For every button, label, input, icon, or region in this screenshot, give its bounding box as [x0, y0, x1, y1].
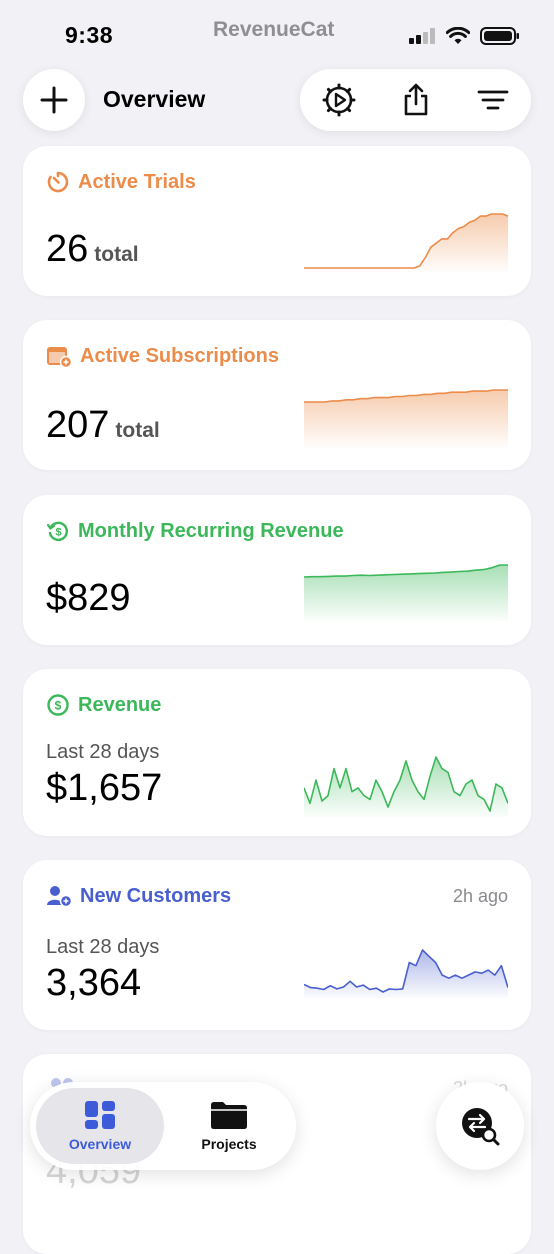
settings-button[interactable] — [314, 75, 364, 125]
card-title-row: $ Monthly Recurring Revenue — [46, 519, 344, 543]
metric-value: $1,657 — [46, 767, 163, 809]
add-person-icon — [47, 886, 72, 908]
page-title: Overview — [103, 86, 206, 112]
search-switch-button[interactable] — [436, 1082, 524, 1170]
filter-button[interactable] — [468, 75, 518, 125]
card-title-row: $ Revenue — [46, 693, 161, 717]
carrier-label: RevenueCat — [213, 18, 335, 41]
svg-text:$: $ — [55, 527, 61, 539]
share-icon — [404, 83, 427, 116]
header-actions — [300, 69, 531, 131]
status-bar: 9:38 RevenueCat — [0, 0, 554, 70]
card-title: Revenue — [78, 693, 162, 716]
sparkline-active-trials — [304, 213, 508, 272]
metric-value: $829 — [46, 577, 131, 619]
metric-unit: total — [94, 243, 139, 266]
status-time: 9:38 — [65, 22, 114, 48]
add-button[interactable] — [23, 69, 85, 131]
battery-icon — [480, 27, 519, 45]
metric-row: $829 — [46, 577, 131, 620]
metric-value: 3,364 — [46, 962, 142, 1004]
metric-row: 207 total — [46, 404, 160, 447]
sparkline-area — [304, 757, 508, 817]
metric-value: 207 — [46, 404, 110, 446]
gear-play-icon — [322, 83, 355, 117]
sparkline-revenue — [304, 756, 508, 817]
updated-ago: 2h ago — [452, 886, 508, 906]
active-trials-card[interactable]: Active Trials 26 total — [23, 146, 531, 296]
folder-icon — [211, 1102, 247, 1129]
tab-label: Overview — [68, 1136, 132, 1152]
metric-unit: total — [115, 419, 160, 442]
sparkline-mrr — [304, 564, 508, 621]
new-customers-card[interactable]: New Customers 2h ago Last 28 days 3,364 — [23, 860, 531, 1030]
sparkline-active-subscriptions — [304, 389, 508, 448]
timer-icon — [47, 171, 69, 193]
period-label: Last 28 days — [46, 741, 160, 763]
sparkline-new-customers — [304, 949, 508, 998]
dollar-circle-icon: $ — [47, 694, 69, 716]
top-bar: Overview — [0, 66, 554, 132]
tab-overview[interactable]: Overview — [36, 1088, 164, 1164]
card-title: Monthly Recurring Revenue — [78, 519, 344, 542]
card-title-row: New Customers — [46, 884, 231, 908]
revenue-card[interactable]: $ Revenue Last 28 days $1,657 — [23, 669, 531, 836]
metric-value: 26 — [46, 228, 89, 270]
plus-icon — [40, 86, 68, 114]
svg-text:$: $ — [55, 699, 62, 713]
card-title-row: Active Subscriptions — [46, 344, 279, 368]
share-button[interactable] — [391, 75, 441, 125]
cellular-signal-icon — [409, 28, 435, 44]
mrr-card[interactable]: $ Monthly Recurring Revenue $829 — [23, 495, 531, 645]
period-label: Last 28 days — [46, 936, 160, 958]
active-subscriptions-card[interactable]: Active Subscriptions 207 total — [23, 320, 531, 470]
status-icons — [409, 27, 520, 45]
switch-search-icon — [462, 1108, 500, 1146]
card-title-row: Active Trials — [46, 170, 196, 194]
dashboard-icon — [85, 1101, 115, 1129]
tab-projects[interactable]: Projects — [168, 1088, 290, 1164]
card-title: Active Trials — [78, 170, 196, 193]
wifi-icon — [446, 27, 470, 44]
recurring-dollar-icon: $ — [46, 521, 68, 541]
tab-bar: Overview Projects — [30, 1082, 296, 1170]
filter-icon — [477, 90, 508, 110]
tab-label: Projects — [201, 1136, 257, 1152]
sparkline-area — [304, 214, 508, 272]
card-title: New Customers — [80, 884, 232, 907]
metric-row: 26 total — [46, 228, 139, 271]
sparkline-area — [304, 390, 508, 448]
card-title: Active Subscriptions — [80, 344, 279, 367]
calendar-badge-icon — [47, 347, 72, 368]
